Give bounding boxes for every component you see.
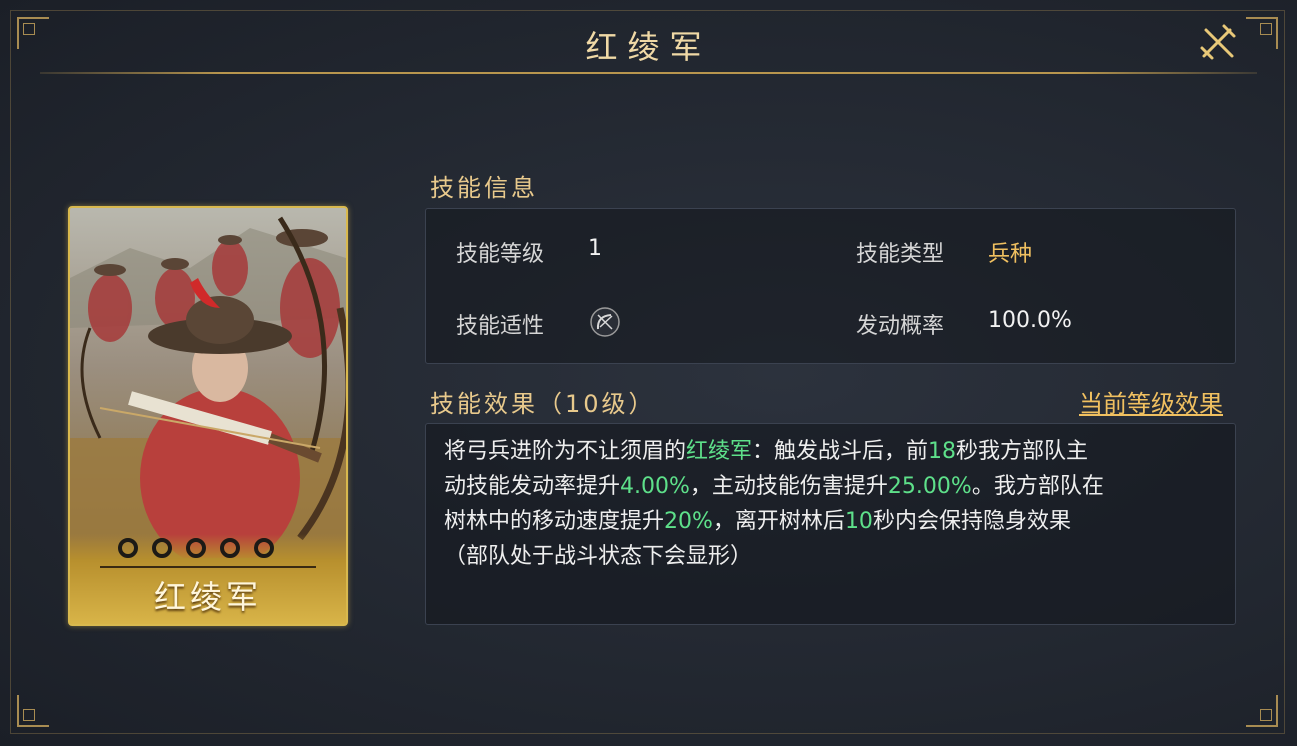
effect-text-segment: 树林中的移动速度提升 (444, 509, 665, 534)
effect-text-segment: 秒我方部队主 (956, 439, 1089, 464)
frame-corner-ornament (1246, 695, 1278, 727)
effect-value: 25.00% (887, 474, 972, 499)
star-rating (118, 538, 274, 558)
skill-level-label: 技能等级 (456, 242, 545, 267)
unit-portrait (70, 208, 346, 558)
effect-text-segment: （部队处于战斗状态下会显形） (444, 544, 753, 569)
title-divider (40, 72, 1257, 74)
effect-value: 4.00% (620, 474, 690, 499)
star-slot-icon (152, 538, 172, 558)
effect-text-segment: 动技能发动率提升 (444, 474, 621, 499)
skill-type-value: 兵种 (988, 242, 1033, 267)
close-button[interactable] (1196, 20, 1240, 64)
skill-info-heading: 技能信息 (430, 174, 538, 202)
page-title: 红绫军 (585, 28, 712, 66)
current-level-effect-link[interactable]: 当前等级效果 (1079, 384, 1223, 419)
effect-unit-name: 红绫军 (686, 439, 753, 464)
skill-type-label: 技能类型 (856, 242, 945, 267)
effect-text-segment: 秒内会保持隐身效果 (872, 509, 1071, 534)
trigger-rate-label: 发动概率 (856, 314, 945, 339)
card-divider (100, 566, 316, 568)
crossed-swords-close-icon (1200, 24, 1236, 60)
effect-value: 10 (844, 509, 873, 534)
star-slot-icon (220, 538, 240, 558)
effect-text-segment: 将弓兵进阶为不让须眉的 (444, 439, 687, 464)
effect-text-segment: 。我方部队在 (971, 474, 1104, 499)
effect-text-segment: ，主动技能伤害提升 (689, 474, 888, 499)
trigger-rate-value: 100.0% (988, 308, 1072, 333)
skill-effect-heading: 技能效果（10级） (430, 390, 656, 418)
star-slot-icon (254, 538, 274, 558)
effect-value: 18 (928, 439, 957, 464)
star-slot-icon (186, 538, 206, 558)
unit-card-name: 红绫军 (153, 578, 262, 616)
frame-corner-ornament (17, 695, 49, 727)
skill-level-value: 1 (588, 236, 602, 261)
effect-value: 20% (664, 509, 713, 534)
skill-info-box (425, 208, 1236, 364)
unit-card: 红绫军 (68, 206, 348, 626)
skill-effect-description: 将弓兵进阶为不让须眉的红绫军：触发战斗后，前18秒我方部队主动技能发动率提升4.… (444, 434, 1204, 574)
star-slot-icon (118, 538, 138, 558)
skill-aptitude-label: 技能适性 (456, 314, 545, 339)
bow-aptitude-icon[interactable] (589, 306, 621, 338)
effect-text-segment: ：触发战斗后，前 (752, 439, 929, 464)
effect-text-segment: ，离开树林后 (712, 509, 845, 534)
